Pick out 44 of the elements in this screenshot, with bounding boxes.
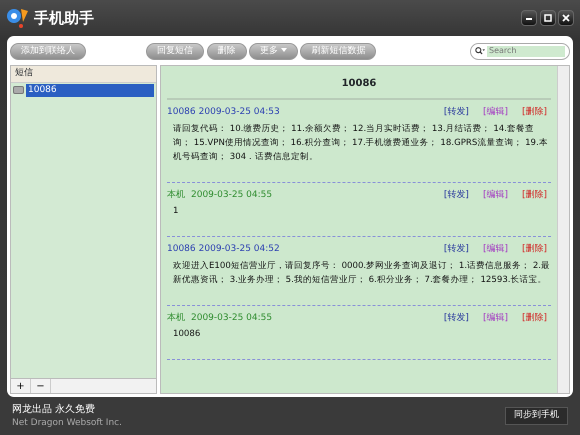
forward-link[interactable]: [转发] — [444, 312, 469, 325]
delete-link[interactable]: [删除] — [522, 188, 547, 202]
close-button[interactable] — [558, 10, 574, 26]
list-header: 短信 — [11, 66, 156, 82]
message-text: 1 — [172, 205, 180, 218]
message-sender: 10086 — [167, 243, 196, 256]
edit-link[interactable]: [编辑] — [482, 106, 508, 120]
message-time: 2009-03-25 04:55 — [191, 188, 272, 202]
search-field[interactable]: Search — [470, 42, 570, 60]
minimize-button[interactable] — [521, 10, 537, 26]
company-text: Net Dragon Websoft Inc. — [12, 416, 122, 430]
message-time: 2009-03-25 04:53 — [198, 106, 280, 119]
message-icon — [13, 86, 24, 94]
add-button[interactable]: + — [11, 379, 31, 393]
toolbar-button[interactable]: 刷新短信数据 — [300, 42, 376, 60]
search-icon — [475, 46, 485, 56]
forward-link[interactable]: [转发] — [444, 243, 469, 256]
message-text: 欢迎进入E100短信营业厅，请回复序号： 0000.梦网业务查询及退订； 1.话费信息服务； 2.最新优惠资讯； 3.业务办理； 5.我的短信营业厅； 6.积分业务； 7.套餐办理； 12593.长话宝。 — [172, 260, 551, 286]
forward-link[interactable]: [转发] — [444, 188, 469, 202]
delete-link[interactable]: [删除] — [522, 312, 547, 325]
close-icon — [561, 13, 571, 23]
conversation-title: 10086 — [167, 70, 551, 100]
edit-link[interactable]: [编辑] — [482, 312, 508, 325]
forward-link[interactable]: [转发] — [444, 106, 469, 120]
message-sender: 10086 — [167, 106, 196, 119]
message-sender: 本机 — [167, 188, 185, 202]
app-logo-icon — [6, 7, 30, 29]
message-time: 2009-03-25 04:52 — [198, 243, 280, 256]
message-sender: 本机 — [167, 312, 185, 324]
contact-item[interactable]: 10086 — [26, 84, 154, 97]
edit-link[interactable]: [编辑] — [482, 243, 508, 256]
edit-link[interactable]: [编辑] — [482, 188, 508, 202]
message-time: 2009-03-25 04:55 — [191, 312, 272, 324]
delete-link[interactable]: [删除] — [522, 106, 547, 120]
message-text: 请回复代码： 10.缴费历史； 11.余额欠费； 12.当月实时话费； 13.月结话费； 14.套餐查询； 15.VPN使用情况查询； 16.积分查询； 17.手机缴费通业务； 18.GPRS流量查询； 19.本机号码查询； 304．话费信息定制。 — [172, 122, 549, 164]
more-dropdown-button[interactable]: 更多 — [249, 42, 298, 60]
maximize-icon — [542, 13, 552, 23]
sync-to-phone-button[interactable]: 同步到手机 — [505, 407, 568, 425]
remove-button[interactable]: − — [31, 379, 51, 393]
delete-link[interactable]: [删除] — [522, 243, 547, 256]
window-title: 手机助手 — [34, 8, 94, 29]
message-text: 10086 — [172, 328, 202, 341]
maximize-button[interactable] — [540, 10, 556, 26]
brand-text: 网龙出品 永久免费 — [12, 402, 96, 417]
